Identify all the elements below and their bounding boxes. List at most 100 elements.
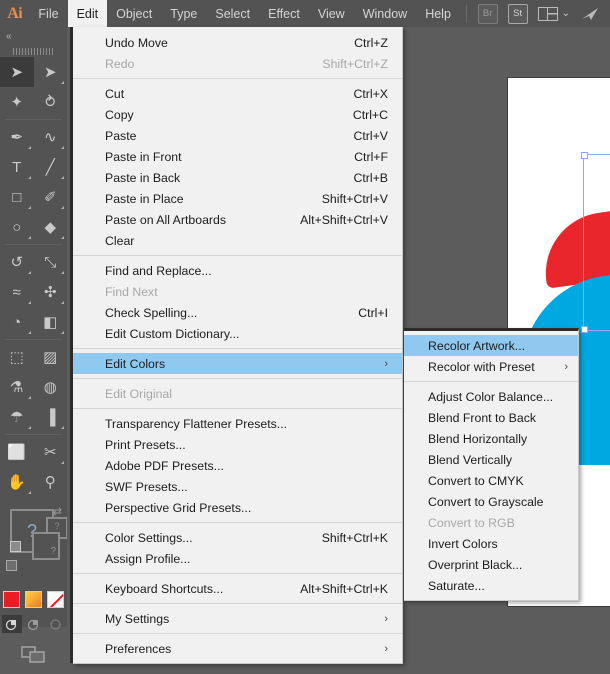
menu-item-paste-in-place[interactable]: Paste in PlaceShift+Ctrl+V	[73, 188, 402, 209]
rotate-tool[interactable]: ↺	[0, 247, 34, 277]
type-tool[interactable]: T	[0, 152, 34, 182]
menubar-item-window[interactable]: Window	[354, 0, 416, 27]
menu-item-copy[interactable]: CopyCtrl+C	[73, 104, 402, 125]
menu-item-preferences[interactable]: Preferences›	[73, 638, 402, 659]
menu-item-undo-move[interactable]: Undo MoveCtrl+Z	[73, 32, 402, 53]
menu-item-blend-horizontally[interactable]: Blend Horizontally	[404, 428, 578, 449]
rectangle-tool[interactable]: □	[0, 182, 34, 212]
menu-item-find-and-replace[interactable]: Find and Replace...	[73, 260, 402, 281]
menu-item-assign-profile[interactable]: Assign Profile...	[73, 548, 402, 569]
mesh-tool[interactable]: ⬚	[0, 342, 34, 372]
menu-item-convert-to-cmyk[interactable]: Convert to CMYK	[404, 470, 578, 491]
menu-item-shortcut: Ctrl+Z	[354, 36, 388, 50]
menu-item-edit-colors[interactable]: Edit Colors›	[73, 353, 402, 374]
tool-flyout-indicator	[28, 176, 31, 179]
menu-item-clear[interactable]: Clear	[73, 230, 402, 251]
zoom-tool[interactable]: ⚲	[34, 467, 68, 497]
menu-item-keyboard-shortcuts[interactable]: Keyboard Shortcuts...Alt+Shift+Ctrl+K	[73, 578, 402, 599]
menu-item-paste-in-front[interactable]: Paste in FrontCtrl+F	[73, 146, 402, 167]
scale-tool[interactable]: ⤡	[34, 247, 68, 277]
paintbrush-tool[interactable]: ✐	[34, 182, 68, 212]
symbol-sprayer-tool[interactable]: ☂	[0, 402, 34, 432]
tool-flyout-indicator	[28, 271, 31, 274]
stock-button[interactable]: St	[508, 4, 528, 24]
tool-flyout-indicator	[28, 236, 31, 239]
slice-tool[interactable]: ✂	[34, 437, 68, 467]
menu-item-my-settings[interactable]: My Settings›	[73, 608, 402, 629]
selection-handle[interactable]	[581, 326, 588, 333]
line-segment-tool[interactable]: ╱	[34, 152, 68, 182]
menubar-item-help[interactable]: Help	[416, 0, 460, 27]
tool-flyout-indicator	[28, 331, 31, 334]
gradient-tool[interactable]: ▨	[34, 342, 68, 372]
menu-item-print-presets[interactable]: Print Presets...	[73, 434, 402, 455]
menu-item-adobe-pdf-presets[interactable]: Adobe PDF Presets...	[73, 455, 402, 476]
menubar-item-edit[interactable]: Edit	[68, 0, 108, 27]
pen-tool[interactable]: ✒	[0, 122, 34, 152]
menu-item-paste-in-back[interactable]: Paste in BackCtrl+B	[73, 167, 402, 188]
menu-item-paste[interactable]: PasteCtrl+V	[73, 125, 402, 146]
color-swatch[interactable]	[3, 591, 20, 608]
draw-inside-button[interactable]	[46, 615, 66, 633]
none-swatch[interactable]	[47, 591, 64, 608]
menu-item-invert-colors[interactable]: Invert Colors	[404, 533, 578, 554]
artboard-tool[interactable]: ⬜	[0, 437, 34, 467]
edit-menu-dropdown: Undo MoveCtrl+ZRedoShift+Ctrl+ZCutCtrl+X…	[73, 27, 403, 664]
free-transform-tool[interactable]: ✣	[34, 277, 68, 307]
menu-item-adjust-color-balance[interactable]: Adjust Color Balance...	[404, 386, 578, 407]
layout-icon	[538, 7, 558, 21]
lasso-tool[interactable]: ⥁	[34, 87, 68, 117]
stroke-color-swatch[interactable]: ?	[32, 532, 60, 560]
menubar-item-effect[interactable]: Effect	[259, 0, 309, 27]
menu-item-recolor-with-preset[interactable]: Recolor with Preset›	[404, 356, 578, 377]
panel-collapse-button[interactable]: «	[0, 27, 67, 45]
menu-item-swf-presets[interactable]: SWF Presets...	[73, 476, 402, 497]
menubar-item-type[interactable]: Type	[161, 0, 206, 27]
change-screen-mode-button[interactable]	[0, 636, 67, 674]
menubar-item-object[interactable]: Object	[107, 0, 161, 27]
menu-item-convert-to-grayscale[interactable]: Convert to Grayscale	[404, 491, 578, 512]
panel-drag-handle[interactable]	[0, 45, 67, 57]
draw-normal-button[interactable]	[2, 615, 22, 633]
column-graph-tool[interactable]: ▐	[34, 402, 68, 432]
menu-item-shortcut: Ctrl+F	[354, 150, 388, 164]
menu-item-label: Adobe PDF Presets...	[105, 459, 388, 473]
menubar-item-file[interactable]: File	[29, 0, 67, 27]
selection-handle[interactable]	[581, 152, 588, 159]
default-fill-stroke-button[interactable]	[6, 549, 17, 571]
menu-item-blend-front-to-back[interactable]: Blend Front to Back	[404, 407, 578, 428]
perspective-grid-tool[interactable]: ◧	[34, 307, 68, 337]
bridge-button[interactable]: Br	[478, 4, 498, 24]
eyedropper-tool[interactable]: ⚗	[0, 372, 34, 402]
width-tool[interactable]: ≈	[0, 277, 34, 307]
menubar-item-select[interactable]: Select	[206, 0, 259, 27]
menu-item-paste-on-all-artboards[interactable]: Paste on All ArtboardsAlt+Shift+Ctrl+V	[73, 209, 402, 230]
menu-item-overprint-black[interactable]: Overprint Black...	[404, 554, 578, 575]
draw-behind-button[interactable]	[24, 615, 44, 633]
eraser-tool[interactable]: ◆	[34, 212, 68, 242]
selection-bounding-box[interactable]	[583, 154, 610, 331]
hand-tool[interactable]: ✋	[0, 467, 34, 497]
menu-item-check-spelling[interactable]: Check Spelling...Ctrl+I	[73, 302, 402, 323]
menu-item-perspective-grid-presets[interactable]: Perspective Grid Presets...	[73, 497, 402, 518]
menu-item-transparency-flattener-presets[interactable]: Transparency Flattener Presets...	[73, 413, 402, 434]
shaper-tool[interactable]: ○	[0, 212, 34, 242]
menu-item-saturate[interactable]: Saturate...	[404, 575, 578, 596]
menu-item-cut[interactable]: CutCtrl+X	[73, 83, 402, 104]
behance-publish-button[interactable]	[580, 6, 600, 22]
blend-tool[interactable]: ◍	[34, 372, 68, 402]
selection-tool[interactable]: ➤	[0, 57, 34, 87]
submenu-arrow-icon: ›	[384, 358, 388, 370]
arrange-documents-button[interactable]: ⌄	[538, 7, 570, 21]
menu-item-color-settings[interactable]: Color Settings...Shift+Ctrl+K	[73, 527, 402, 548]
curvature-tool[interactable]: ∿	[34, 122, 68, 152]
menu-item-edit-custom-dictionary[interactable]: Edit Custom Dictionary...	[73, 323, 402, 344]
direct-selection-tool[interactable]: ➤	[34, 57, 68, 87]
menu-item-blend-vertically[interactable]: Blend Vertically	[404, 449, 578, 470]
magic-wand-tool[interactable]: ✦	[0, 87, 34, 117]
menubar-item-view[interactable]: View	[309, 0, 354, 27]
menu-item-recolor-artwork[interactable]: Recolor Artwork...	[404, 335, 578, 356]
shape-builder-tool[interactable]: ◔	[0, 307, 34, 337]
scale-icon: ⤡	[44, 254, 56, 271]
gradient-swatch[interactable]	[25, 591, 42, 608]
